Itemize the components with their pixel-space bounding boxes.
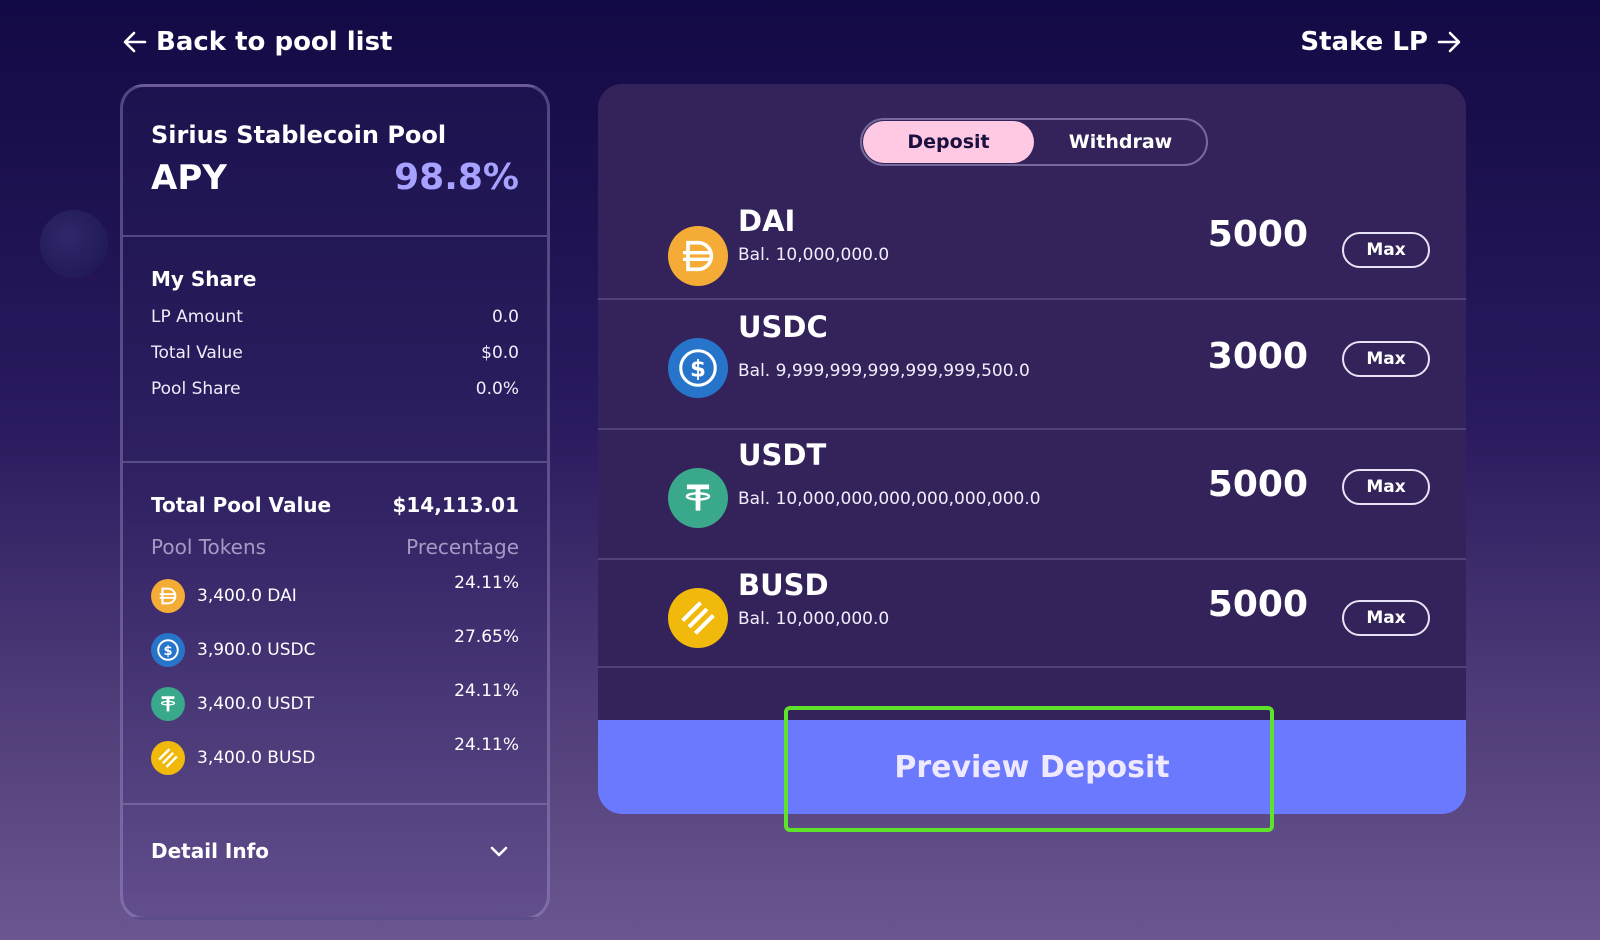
deposit-token-list: DAI Bal. 10,000,000.0 5000 Max $ USDC Ba… (598, 204, 1466, 668)
deposit-row-dai: DAI Bal. 10,000,000.0 5000 Max (598, 204, 1466, 300)
decorative-orb (40, 210, 108, 278)
pool-token-amount: 3,400.0 DAI (197, 586, 297, 606)
token-balance: Bal. 10,000,000.0 (738, 609, 890, 629)
token-balance: Bal. 10,000,000.0 (738, 245, 890, 265)
max-button[interactable]: Max (1342, 341, 1430, 377)
deposit-withdraw-toggle: Deposit Withdraw (860, 118, 1208, 166)
max-button[interactable]: Max (1342, 232, 1430, 268)
detail-info-toggle[interactable]: Detail Info (123, 805, 547, 863)
pool-token-percentage: 24.11% (454, 681, 519, 701)
pool-token-amount: 3,900.0 USDC (197, 640, 316, 660)
pool-name: Sirius Stablecoin Pool (151, 121, 447, 149)
usdc-icon: $ (668, 338, 728, 398)
pool-token-amount: 3,400.0 BUSD (197, 748, 316, 768)
token-balance: Bal. 9,999,999,999,999,999,500.0 (738, 361, 1030, 381)
share-row-total-value: Total Value $0.0 (151, 343, 519, 363)
total-pool-section: Total Pool Value $14,113.01 Pool Tokens … (123, 463, 547, 805)
pool-token-percentage: 24.11% (454, 573, 519, 593)
my-share-section: My Share LP Amount 0.0 Total Value $0.0 … (123, 237, 547, 463)
preview-deposit-button[interactable]: Preview Deposit (598, 720, 1466, 814)
deposit-row-usdt: USDT Bal. 10,000,000,000,000,000,000.0 5… (598, 430, 1466, 560)
stake-link-label: Stake LP (1300, 27, 1428, 57)
max-button[interactable]: Max (1342, 600, 1430, 636)
tab-withdraw[interactable]: Withdraw (1035, 120, 1206, 164)
stake-lp-link[interactable]: Stake LP (1300, 24, 1462, 60)
deposit-amount-input[interactable]: 3000 (1208, 336, 1308, 377)
token-balance: Bal. 10,000,000,000,000,000,000.0 (738, 489, 1041, 509)
deposit-amount-input[interactable]: 5000 (1208, 214, 1308, 255)
pool-token-percentage: 27.65% (454, 627, 519, 647)
token-symbol: DAI (738, 204, 796, 238)
dai-icon (668, 226, 728, 286)
back-to-pool-list-link[interactable]: Back to pool list (122, 24, 393, 60)
back-link-label: Back to pool list (156, 27, 393, 57)
deposit-panel: Deposit Withdraw DAI Bal. 10,000,000.0 5… (598, 84, 1466, 814)
svg-text:$: $ (690, 357, 706, 383)
pool-token-row: 3,400.0 BUSD 24.11% (151, 735, 519, 775)
pool-info-panel: Sirius Stablecoin Pool APY 98.8% My Shar… (120, 84, 550, 920)
deposit-amount-input[interactable]: 5000 (1208, 464, 1308, 505)
deposit-row-busd: BUSD Bal. 10,000,000.0 5000 Max (598, 560, 1466, 668)
deposit-amount-input[interactable]: 5000 (1208, 584, 1308, 625)
share-value: $0.0 (481, 343, 519, 363)
share-label: Pool Share (151, 379, 241, 399)
arrow-right-icon (1437, 31, 1461, 53)
pool-token-row: 3,400.0 USDT 24.11% (151, 681, 519, 721)
tab-deposit[interactable]: Deposit (863, 121, 1034, 163)
dai-icon (151, 579, 185, 613)
pool-token-row: $ 3,900.0 USDC 27.65% (151, 627, 519, 667)
share-label: Total Value (151, 343, 243, 363)
share-row-pool-share: Pool Share 0.0% (151, 379, 519, 399)
chevron-down-icon[interactable] (489, 845, 509, 859)
detail-info-label: Detail Info (151, 839, 270, 863)
pool-token-row: 3,400.0 DAI 24.11% (151, 573, 519, 613)
apy-label: APY (151, 158, 227, 198)
share-value: 0.0 (491, 307, 519, 327)
token-symbol: USDC (738, 310, 828, 344)
total-pool-label: Total Pool Value (151, 493, 332, 517)
pool-token-amount: 3,400.0 USDT (197, 694, 314, 714)
pool-token-percentage: 24.11% (454, 735, 519, 755)
pool-header: Sirius Stablecoin Pool APY 98.8% (123, 87, 547, 237)
usdt-icon (151, 687, 185, 721)
token-symbol: USDT (738, 438, 827, 472)
share-label: LP Amount (151, 307, 243, 327)
my-share-title: My Share (151, 267, 257, 291)
max-button[interactable]: Max (1342, 469, 1430, 505)
svg-text:$: $ (163, 644, 172, 659)
usdc-icon: $ (151, 633, 185, 667)
busd-icon (668, 588, 728, 648)
apy-value: 98.8% (394, 157, 519, 198)
percentage-header: Precentage (406, 535, 519, 559)
busd-icon (151, 741, 185, 775)
arrow-left-icon (123, 31, 147, 53)
pool-tokens-header: Pool Tokens (151, 535, 267, 559)
deposit-row-usdc: $ USDC Bal. 9,999,999,999,999,999,500.0 … (598, 300, 1466, 430)
share-value: 0.0% (475, 379, 519, 399)
usdt-icon (668, 468, 728, 528)
share-row-lp-amount: LP Amount 0.0 (151, 307, 519, 327)
token-symbol: BUSD (738, 568, 829, 602)
total-pool-value: $14,113.01 (392, 493, 519, 517)
